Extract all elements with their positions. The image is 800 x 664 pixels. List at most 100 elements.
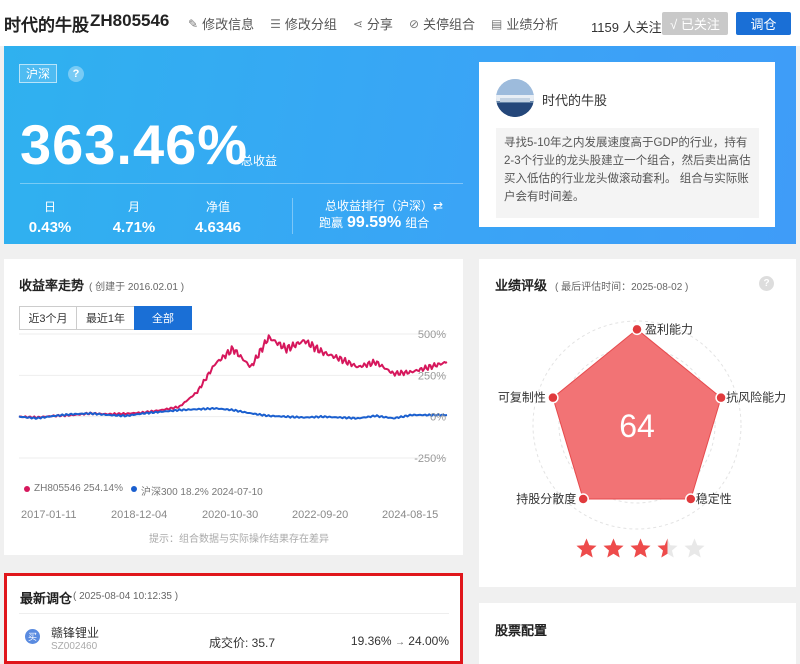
rating-time: ( 最后评估时间：2025-08-02 ): [555, 282, 689, 293]
latest-trade-panel: 最新调仓 ( 2025-08-04 10:12:35 ) 买 赣锋锂业 SZ00…: [4, 573, 463, 664]
portfolio-dot-icon: [24, 486, 30, 492]
x-tick: 2018-12-04: [111, 509, 168, 521]
holdings-panel: 股票配置: [479, 603, 796, 664]
description-text: 寻找5-10年之内发展速度高于GDP的行业，持有2-3个行业的龙头股建立一个组合…: [496, 128, 759, 218]
rank-prefix: 跑赢: [319, 216, 344, 230]
star-icon: [603, 538, 624, 558]
rank-row: 跑赢 99.59% 组合: [319, 214, 429, 232]
legend-portfolio-text: ZH805546 254.14%: [34, 483, 123, 494]
benchmark-line: [18, 407, 448, 420]
avatar-image: [496, 79, 534, 117]
latest-trade-title: 最新调仓: [20, 591, 73, 606]
share-icon: ⋖: [352, 16, 363, 31]
total-return-value: 363.46%: [20, 113, 249, 176]
holdings-title: 股票配置: [495, 623, 548, 638]
weight-change: 19.36% → 24.00%: [351, 634, 449, 648]
x-tick: 2022-09-20: [292, 509, 349, 521]
weight-from: 19.36%: [350, 634, 392, 648]
radar-point[interactable]: [547, 391, 559, 404]
trade-row[interactable]: 买 赣锋锂业 SZ002460 成交价: 35.7 19.36% → 24.00…: [19, 620, 449, 658]
returns-chart[interactable]: 500% 250% 0% -250%: [4, 329, 463, 479]
edit-info-button[interactable]: ✎ 修改信息: [188, 14, 254, 33]
header-bar: 时代的牛股 ZH805546 ✎ 修改信息 ☰ 修改分组 ⋖ 分享 ⊘ 关停组合…: [0, 0, 800, 46]
rebalance-button[interactable]: 调仓: [736, 12, 791, 35]
legend-item-portfolio[interactable]: ZH805546 254.14%: [24, 483, 123, 498]
list-icon: ☰: [270, 16, 281, 31]
buy-badge: 买: [25, 629, 40, 644]
chart-hint: 提示：组合数据与实际操作结果存在差异: [149, 534, 329, 545]
summary-banner: 沪深 ? 363.46% 总收益 日 0.43% 月 4.71% 净值 4.63…: [4, 46, 796, 244]
tab-all[interactable]: 全部: [134, 306, 192, 330]
y-tick: 0%: [430, 412, 446, 424]
chart-legend: ZH805546 254.14% 沪深300 18.2% 2024-07-10: [24, 483, 271, 498]
trade-price: 成交价: 35.7: [209, 636, 276, 650]
portfolio-name: 时代的牛股: [4, 16, 89, 35]
header-actions: ✎ 修改信息 ☰ 修改分组 ⋖ 分享 ⊘ 关停组合 ▤ 业绩分析: [188, 14, 574, 33]
close-portfolio-button[interactable]: ⊘ 关停组合: [409, 14, 475, 33]
radar-axis-label: 可复制性: [498, 391, 546, 405]
rank-suffix: 组合: [405, 216, 430, 230]
monthly-return-value: 4.71%: [112, 219, 156, 236]
net-value-label: 净值: [205, 200, 230, 214]
weight-to: 24.00%: [408, 634, 449, 648]
tab-3-months[interactable]: 近3个月: [19, 306, 77, 330]
portfolio-line: [18, 334, 448, 420]
chart-doc-icon: ▤: [491, 16, 503, 31]
daily-return-value: 0.43%: [28, 219, 72, 236]
divider: [19, 613, 449, 614]
rank-label[interactable]: 总收益排行（沪深）⇄: [325, 197, 443, 214]
divider: [292, 198, 293, 234]
description-card: 时代的牛股 寻找5-10年之内发展速度高于GDP的行业，持有2-3个行业的龙头股…: [479, 62, 775, 227]
y-tick: -250%: [414, 453, 446, 465]
help-icon[interactable]: ?: [68, 66, 84, 82]
star-icon: [684, 538, 705, 558]
latest-trade-time: ( 2025-08-04 10:12:35 ): [73, 591, 179, 602]
tab-1-year[interactable]: 最近1年: [76, 306, 135, 330]
daily-return-label: 日: [43, 200, 56, 214]
radar-point[interactable]: [685, 493, 697, 505]
share-button[interactable]: ⋖ 分享: [353, 14, 393, 33]
y-tick: 250%: [418, 370, 446, 382]
rating-title: 业绩评级: [495, 278, 548, 293]
close-portfolio-label: 关停组合: [423, 17, 476, 32]
star-icon: [576, 538, 597, 558]
x-tick: 2024-08-15: [382, 509, 439, 521]
performance-analysis-button[interactable]: ▤ 业绩分析: [491, 14, 558, 33]
stock-name[interactable]: 赣锋锂业: [51, 624, 99, 641]
returns-title: 收益率走势: [19, 278, 85, 293]
edit-group-label: 修改分组: [284, 17, 337, 32]
pencil-icon: ✎: [188, 16, 199, 31]
net-value: 净值 4.6346: [190, 198, 246, 236]
star-rating: [575, 537, 710, 560]
range-tabs: 近3个月 最近1年 全部: [19, 306, 192, 330]
arrow-right-icon: →: [394, 637, 405, 648]
net-value-value: 4.6346: [195, 219, 241, 236]
monthly-return-label: 月: [127, 200, 140, 214]
divider: [20, 183, 463, 184]
followed-button[interactable]: √ 已关注: [662, 12, 728, 35]
description-name[interactable]: 时代的牛股: [542, 90, 607, 109]
help-icon[interactable]: ?: [759, 276, 774, 291]
radar-axis-label: 持股分散度: [516, 491, 576, 506]
rating-panel: 业绩评级 ( 最后评估时间：2025-08-02 ) ? 盈利能力 抗风险能力 稳定…: [479, 259, 796, 587]
star-icon: [630, 538, 651, 558]
avatar[interactable]: [496, 79, 534, 117]
radar-axis-label: 抗风险能力: [726, 390, 786, 405]
legend-item-benchmark[interactable]: 沪深300 18.2% 2024-07-10: [130, 483, 263, 498]
edit-group-button[interactable]: ☰ 修改分组: [270, 14, 337, 33]
stock-code: SZ002460: [51, 641, 98, 652]
total-return-label: 总收益: [241, 154, 278, 168]
performance-analysis-label: 业绩分析: [506, 17, 559, 32]
created-date: ( 创建于 2016.02.01 ): [89, 282, 185, 293]
radar-point[interactable]: [715, 391, 727, 404]
share-label: 分享: [366, 17, 393, 32]
radar-point[interactable]: [577, 493, 589, 505]
star-icon: [657, 538, 678, 558]
stop-icon: ⊘: [408, 16, 419, 31]
market-tag: 沪深: [19, 64, 57, 83]
edit-info-label: 修改信息: [202, 17, 255, 32]
radar-point[interactable]: [631, 323, 643, 336]
radar-axis-label: 盈利能力: [645, 322, 693, 336]
portfolio-code: ZH805546: [90, 11, 170, 30]
x-tick: 2017-01-11: [21, 509, 77, 521]
